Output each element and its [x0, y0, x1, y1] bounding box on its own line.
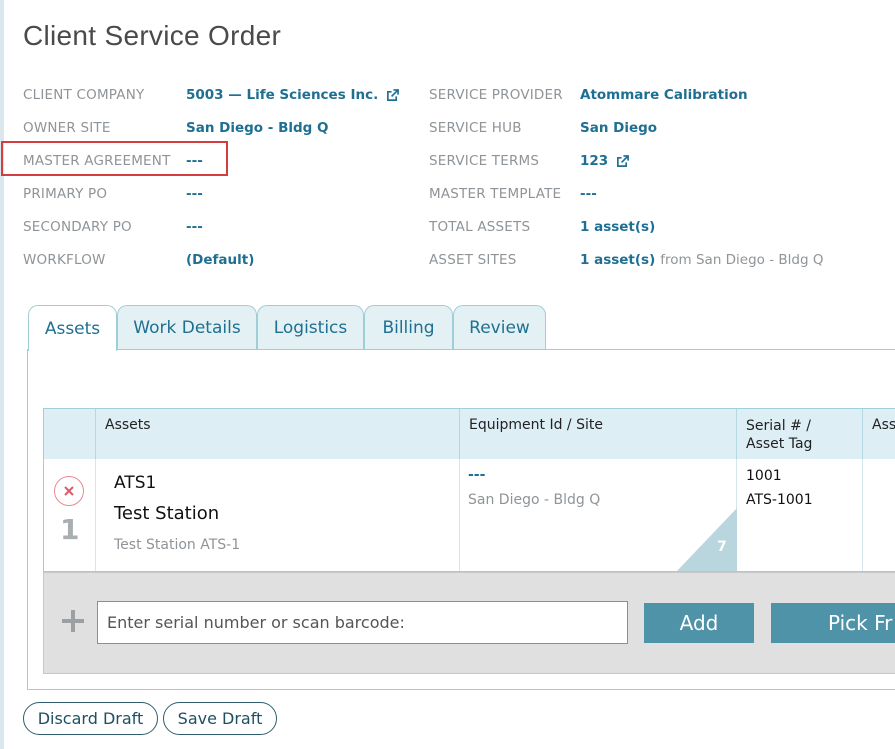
owner-site-label: OWNER SITE: [23, 120, 111, 136]
header-assets: Assets: [95, 409, 459, 459]
header-serial-tag: Serial # / Asset Tag: [736, 409, 862, 459]
master-agreement-label: MASTER AGREEMENT: [23, 153, 171, 169]
secondary-po-value[interactable]: ---: [186, 219, 203, 235]
owner-site-value[interactable]: San Diego - Bldg Q: [186, 120, 329, 136]
primary-po-label: PRIMARY PO: [23, 186, 108, 202]
client-company-label: CLIENT COMPANY: [23, 87, 145, 103]
add-button[interactable]: Add: [644, 603, 754, 643]
equipment-site: San Diego - Bldg Q: [468, 492, 601, 508]
discard-draft-button[interactable]: Discard Draft: [23, 702, 158, 735]
primary-po-value[interactable]: ---: [186, 186, 203, 202]
service-terms-link[interactable]: 123: [580, 153, 608, 169]
service-hub-label: SERVICE HUB: [429, 120, 522, 136]
corner-count-badge[interactable]: [677, 508, 737, 571]
tab-logistics[interactable]: Logistics: [257, 305, 364, 349]
client-company-link[interactable]: 5003 — Life Sciences Inc.: [186, 87, 378, 103]
save-draft-button[interactable]: Save Draft: [163, 702, 277, 735]
tab-billing[interactable]: Billing: [364, 305, 453, 349]
workflow-label: WORKFLOW: [23, 252, 106, 268]
serial-input[interactable]: [97, 601, 628, 644]
equipment-id[interactable]: ---: [468, 467, 485, 483]
tab-work-details[interactable]: Work Details: [117, 305, 257, 349]
total-assets-label: TOTAL ASSETS: [429, 219, 531, 235]
master-template-value[interactable]: ---: [580, 186, 597, 202]
tab-assets[interactable]: Assets: [28, 305, 117, 351]
asset-sites-label: ASSET SITES: [429, 252, 517, 268]
service-hub-value[interactable]: San Diego: [580, 120, 657, 136]
asset-sites-value[interactable]: 1 asset(s) from San Diego - Bldg Q: [580, 252, 823, 268]
tab-bar: Assets Work Details Logistics Billing Re…: [28, 305, 546, 351]
header-ass: Ass: [862, 409, 895, 459]
asset-tag: ATS-1001: [746, 492, 813, 508]
service-terms-label: SERVICE TERMS: [429, 153, 540, 169]
tab-review[interactable]: Review: [453, 305, 546, 349]
total-assets-value[interactable]: 1 asset(s): [580, 219, 655, 235]
page-title: Client Service Order: [23, 20, 282, 51]
header-equipment-site: Equipment Id / Site: [459, 409, 736, 459]
corner-count: 7: [717, 539, 727, 555]
left-edge: [0, 0, 4, 749]
close-icon: [64, 486, 74, 496]
asset-name: Test Station: [114, 503, 220, 524]
table-row[interactable]: 1 ATS1 Test Station Test Station ATS-1 -…: [43, 459, 895, 572]
pick-from-button[interactable]: Pick Fr: [771, 603, 895, 643]
serial-number: 1001: [746, 468, 782, 484]
asset-sites-link[interactable]: 1 asset(s): [580, 252, 655, 268]
client-company-value[interactable]: 5003 — Life Sciences Inc.: [186, 87, 400, 103]
service-provider-label: SERVICE PROVIDER: [429, 87, 563, 103]
asset-sites-suffix: from San Diego - Bldg Q: [660, 252, 824, 268]
master-template-label: MASTER TEMPLATE: [429, 186, 562, 202]
workflow-value[interactable]: (Default): [186, 252, 254, 268]
asset-description: Test Station ATS-1: [114, 537, 241, 553]
table-header: Assets Equipment Id / Site Serial # / As…: [43, 408, 895, 460]
asset-id: ATS1: [114, 473, 157, 493]
extra-cell: [862, 459, 895, 571]
external-link-icon[interactable]: [616, 154, 630, 168]
service-terms-value[interactable]: 123: [580, 153, 630, 169]
row-number: 1: [60, 513, 80, 546]
master-agreement-value[interactable]: ---: [186, 153, 203, 169]
service-provider-value[interactable]: Atommare Calibration: [580, 87, 748, 103]
secondary-po-label: SECONDARY PO: [23, 219, 132, 235]
plus-icon[interactable]: [60, 608, 86, 634]
remove-row-button[interactable]: [54, 476, 84, 506]
external-link-icon[interactable]: [386, 88, 400, 102]
